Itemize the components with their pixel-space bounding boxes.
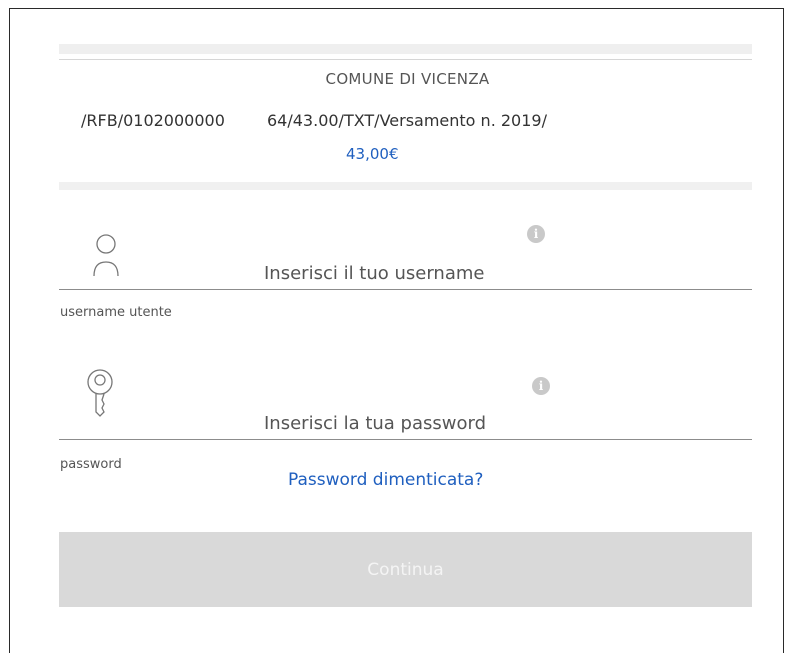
payment-amount: 43,00€ (346, 145, 399, 163)
username-input[interactable] (59, 258, 752, 290)
username-info-icon[interactable]: i (527, 225, 545, 243)
password-input[interactable] (59, 408, 752, 440)
payment-reference: /RFB/0102000000 (81, 111, 225, 130)
section-separator (59, 182, 752, 190)
divider (59, 59, 752, 60)
password-info-icon[interactable]: i (532, 377, 550, 395)
header-bar (59, 44, 752, 54)
payee-name: COMUNE DI VICENZA (325, 70, 490, 88)
continue-button[interactable]: Continua (59, 532, 752, 607)
password-label: password (60, 457, 122, 472)
payment-description: 64/43.00/TXT/Versamento n. 2019/ (267, 111, 547, 130)
username-label: username utente (60, 305, 172, 320)
forgot-password-link[interactable]: Password dimenticata? (288, 470, 483, 490)
